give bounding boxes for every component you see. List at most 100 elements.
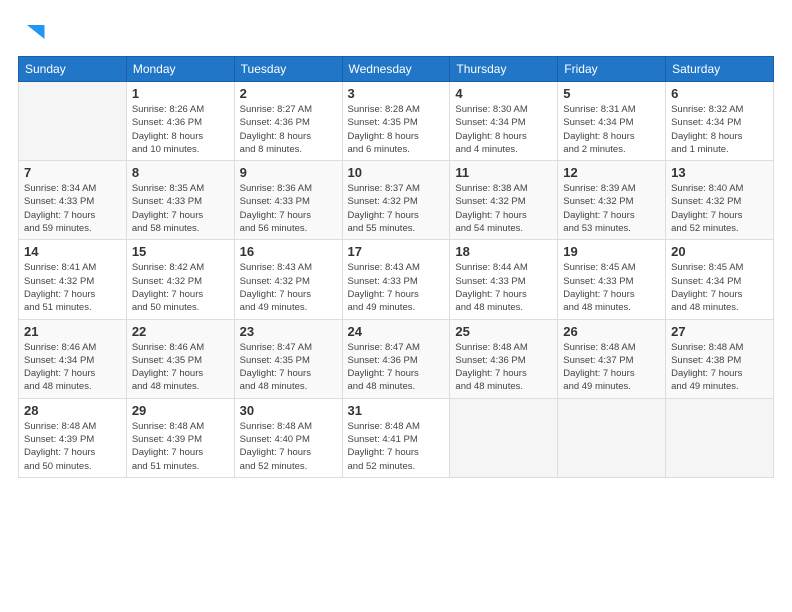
day-info: Sunrise: 8:35 AMSunset: 4:33 PMDaylight:… [132, 182, 229, 235]
day-info: Sunrise: 8:44 AMSunset: 4:33 PMDaylight:… [455, 261, 552, 314]
day-number: 11 [455, 165, 552, 180]
day-number: 19 [563, 244, 660, 259]
day-info: Sunrise: 8:48 AMSunset: 4:39 PMDaylight:… [132, 420, 229, 473]
weekday-header-wednesday: Wednesday [342, 57, 450, 82]
day-cell-24: 24 Sunrise: 8:47 AMSunset: 4:36 PMDayligh… [342, 319, 450, 398]
day-cell-19: 19 Sunrise: 8:45 AMSunset: 4:33 PMDayligh… [558, 240, 666, 319]
day-info: Sunrise: 8:39 AMSunset: 4:32 PMDaylight:… [563, 182, 660, 235]
week-row-4: 28 Sunrise: 8:48 AMSunset: 4:39 PMDayligh… [19, 398, 774, 477]
day-number: 18 [455, 244, 552, 259]
day-info: Sunrise: 8:47 AMSunset: 4:35 PMDaylight:… [240, 341, 337, 394]
day-cell-22: 22 Sunrise: 8:46 AMSunset: 4:35 PMDayligh… [126, 319, 234, 398]
day-cell-21: 21Sunrise: 8:46 AMSunset: 4:34 PMDayligh… [19, 319, 127, 398]
weekday-header-friday: Friday [558, 57, 666, 82]
day-cell-27: 27Sunrise: 8:48 AMSunset: 4:38 PMDayligh… [666, 319, 774, 398]
day-number: 21 [24, 324, 121, 339]
logo [18, 18, 48, 46]
day-info: Sunrise: 8:43 AMSunset: 4:33 PMDaylight:… [348, 261, 445, 314]
day-info: Sunrise: 8:32 AMSunset: 4:34 PMDaylight:… [671, 103, 768, 156]
day-cell-2: 2 Sunrise: 8:27 AMSunset: 4:36 PMDaylight… [234, 82, 342, 161]
day-number: 9 [240, 165, 337, 180]
day-cell-1: 1 Sunrise: 8:26 AMSunset: 4:36 PMDaylight… [126, 82, 234, 161]
day-info: Sunrise: 8:36 AMSunset: 4:33 PMDaylight:… [240, 182, 337, 235]
day-number: 8 [132, 165, 229, 180]
day-info: Sunrise: 8:48 AMSunset: 4:40 PMDaylight:… [240, 420, 337, 473]
day-cell-13: 13 Sunrise: 8:40 AMSunset: 4:32 PMDayligh… [666, 161, 774, 240]
day-info: Sunrise: 8:27 AMSunset: 4:36 PMDaylight:… [240, 103, 337, 156]
weekday-header-thursday: Thursday [450, 57, 558, 82]
day-cell-29: 29 Sunrise: 8:48 AMSunset: 4:39 PMDayligh… [126, 398, 234, 477]
day-info: Sunrise: 8:38 AMSunset: 4:32 PMDaylight:… [455, 182, 552, 235]
day-cell-8: 8 Sunrise: 8:35 AMSunset: 4:33 PMDaylight… [126, 161, 234, 240]
day-cell-10: 10 Sunrise: 8:37 AMSunset: 4:32 PMDayligh… [342, 161, 450, 240]
day-info: Sunrise: 8:30 AMSunset: 4:34 PMDaylight:… [455, 103, 552, 156]
day-info: Sunrise: 8:48 AMSunset: 4:37 PMDaylight:… [563, 341, 660, 394]
day-number: 2 [240, 86, 337, 101]
day-number: 24 [348, 324, 445, 339]
day-number: 4 [455, 86, 552, 101]
day-cell-12: 12 Sunrise: 8:39 AMSunset: 4:32 PMDayligh… [558, 161, 666, 240]
day-info: Sunrise: 8:48 AMSunset: 4:41 PMDaylight:… [348, 420, 445, 473]
day-number: 12 [563, 165, 660, 180]
day-info: Sunrise: 8:42 AMSunset: 4:32 PMDaylight:… [132, 261, 229, 314]
day-number: 13 [671, 165, 768, 180]
week-row-3: 21Sunrise: 8:46 AMSunset: 4:34 PMDayligh… [19, 319, 774, 398]
day-number: 25 [455, 324, 552, 339]
day-info: Sunrise: 8:48 AMSunset: 4:38 PMDaylight:… [671, 341, 768, 394]
weekday-header-monday: Monday [126, 57, 234, 82]
day-cell-20: 20Sunrise: 8:45 AMSunset: 4:34 PMDayligh… [666, 240, 774, 319]
day-number: 31 [348, 403, 445, 418]
day-cell-15: 15Sunrise: 8:42 AMSunset: 4:32 PMDayligh… [126, 240, 234, 319]
day-info: Sunrise: 8:45 AMSunset: 4:33 PMDaylight:… [563, 261, 660, 314]
day-info: Sunrise: 8:47 AMSunset: 4:36 PMDaylight:… [348, 341, 445, 394]
day-cell-16: 16 Sunrise: 8:43 AMSunset: 4:32 PMDayligh… [234, 240, 342, 319]
day-info: Sunrise: 8:40 AMSunset: 4:32 PMDaylight:… [671, 182, 768, 235]
day-cell-4: 4 Sunrise: 8:30 AMSunset: 4:34 PMDaylight… [450, 82, 558, 161]
day-number: 22 [132, 324, 229, 339]
page: SundayMondayTuesdayWednesdayThursdayFrid… [0, 0, 792, 612]
weekday-header-sunday: Sunday [19, 57, 127, 82]
day-info: Sunrise: 8:48 AMSunset: 4:36 PMDaylight:… [455, 341, 552, 394]
day-info: Sunrise: 8:37 AMSunset: 4:32 PMDaylight:… [348, 182, 445, 235]
day-number: 5 [563, 86, 660, 101]
day-number: 29 [132, 403, 229, 418]
day-cell-23: 23 Sunrise: 8:47 AMSunset: 4:35 PMDayligh… [234, 319, 342, 398]
week-row-0: 1 Sunrise: 8:26 AMSunset: 4:36 PMDaylight… [19, 82, 774, 161]
day-cell-6: 6Sunrise: 8:32 AMSunset: 4:34 PMDaylight… [666, 82, 774, 161]
day-cell-31: 31 Sunrise: 8:48 AMSunset: 4:41 PMDayligh… [342, 398, 450, 477]
day-cell-3: 3 Sunrise: 8:28 AMSunset: 4:35 PMDaylight… [342, 82, 450, 161]
day-info: Sunrise: 8:31 AMSunset: 4:34 PMDaylight:… [563, 103, 660, 156]
day-cell-26: 26 Sunrise: 8:48 AMSunset: 4:37 PMDayligh… [558, 319, 666, 398]
empty-cell [450, 398, 558, 477]
day-info: Sunrise: 8:43 AMSunset: 4:32 PMDaylight:… [240, 261, 337, 314]
day-cell-14: 14Sunrise: 8:41 AMSunset: 4:32 PMDayligh… [19, 240, 127, 319]
weekday-header-row: SundayMondayTuesdayWednesdayThursdayFrid… [19, 57, 774, 82]
day-info: Sunrise: 8:34 AMSunset: 4:33 PMDaylight:… [24, 182, 121, 235]
calendar-table: SundayMondayTuesdayWednesdayThursdayFrid… [18, 56, 774, 478]
day-cell-25: 25 Sunrise: 8:48 AMSunset: 4:36 PMDayligh… [450, 319, 558, 398]
logo-icon [20, 18, 48, 46]
day-number: 17 [348, 244, 445, 259]
weekday-header-saturday: Saturday [666, 57, 774, 82]
day-number: 3 [348, 86, 445, 101]
day-cell-5: 5 Sunrise: 8:31 AMSunset: 4:34 PMDaylight… [558, 82, 666, 161]
day-cell-30: 30 Sunrise: 8:48 AMSunset: 4:40 PMDayligh… [234, 398, 342, 477]
day-number: 10 [348, 165, 445, 180]
empty-cell [558, 398, 666, 477]
day-cell-28: 28Sunrise: 8:48 AMSunset: 4:39 PMDayligh… [19, 398, 127, 477]
day-info: Sunrise: 8:28 AMSunset: 4:35 PMDaylight:… [348, 103, 445, 156]
day-number: 26 [563, 324, 660, 339]
day-number: 23 [240, 324, 337, 339]
day-cell-11: 11 Sunrise: 8:38 AMSunset: 4:32 PMDayligh… [450, 161, 558, 240]
weekday-header-tuesday: Tuesday [234, 57, 342, 82]
day-number: 30 [240, 403, 337, 418]
day-number: 1 [132, 86, 229, 101]
day-info: Sunrise: 8:45 AMSunset: 4:34 PMDaylight:… [671, 261, 768, 314]
day-cell-18: 18 Sunrise: 8:44 AMSunset: 4:33 PMDayligh… [450, 240, 558, 319]
day-number: 28 [24, 403, 121, 418]
day-number: 16 [240, 244, 337, 259]
week-row-2: 14Sunrise: 8:41 AMSunset: 4:32 PMDayligh… [19, 240, 774, 319]
day-info: Sunrise: 8:46 AMSunset: 4:35 PMDaylight:… [132, 341, 229, 394]
day-info: Sunrise: 8:26 AMSunset: 4:36 PMDaylight:… [132, 103, 229, 156]
empty-cell [666, 398, 774, 477]
